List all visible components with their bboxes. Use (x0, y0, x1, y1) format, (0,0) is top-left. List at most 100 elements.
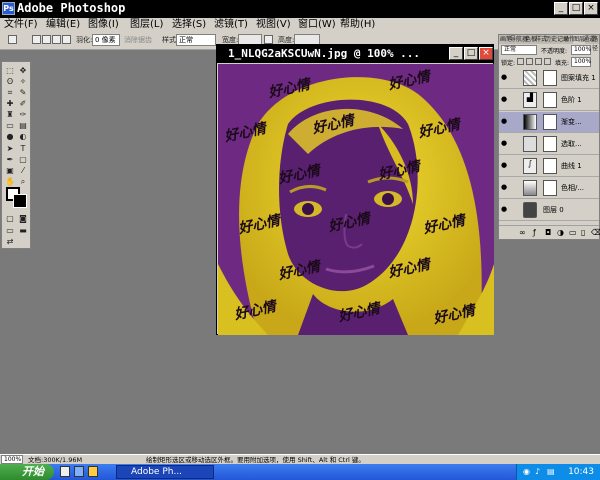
zoom-input[interactable]: 100% (1, 455, 23, 464)
zoom-tool-icon[interactable]: ⌕ (17, 177, 29, 187)
move-tool-icon[interactable]: ✥ (17, 66, 29, 76)
fullscreen-mode-icon[interactable]: ▬ (17, 226, 29, 236)
gradient-map-icon (523, 114, 537, 130)
layer-row[interactable]: ● 图案填充 1 (499, 68, 599, 89)
new-layer-icon[interactable]: ▯ (581, 228, 585, 237)
blur-tool-icon[interactable]: ● (4, 132, 16, 142)
layer-row[interactable]: ● 图层 0 (499, 200, 599, 221)
quicklaunch-icon[interactable] (88, 466, 98, 477)
brush-tool-icon[interactable]: ✐ (17, 99, 29, 109)
background-color-swatch[interactable] (13, 194, 27, 208)
quicklaunch-icon[interactable] (74, 466, 84, 477)
antialias-checkbox[interactable]: 消除锯齿 (124, 33, 152, 47)
marquee-preset-icon[interactable] (8, 35, 17, 44)
eye-icon[interactable]: ● (501, 74, 508, 81)
close-button[interactable]: × (584, 2, 598, 15)
menu-window[interactable]: 窗口(W) (298, 18, 336, 31)
layer-row[interactable]: ● 色相/... (499, 178, 599, 199)
intersect-selection-icon[interactable] (62, 35, 71, 44)
taskbar-photoshop-button[interactable]: Adobe Ph... (116, 465, 214, 479)
layer-row[interactable]: ● 选取... (499, 134, 599, 155)
opacity-input[interactable]: 100% (571, 45, 591, 55)
adjustment-icon[interactable]: ◑ (557, 228, 564, 237)
menu-help[interactable]: 帮助(H) (340, 18, 375, 31)
menu-edit[interactable]: 编辑(E) (46, 18, 80, 31)
eyedropper-icon[interactable]: ⁄ (17, 166, 29, 176)
eye-icon[interactable]: ● (501, 206, 508, 213)
add-selection-icon[interactable] (42, 35, 51, 44)
tray-icon[interactable]: ◉ (523, 467, 530, 476)
style-select[interactable]: 正常 (176, 34, 216, 46)
doc-close-button[interactable]: × (479, 47, 493, 60)
document-title-bar[interactable]: 1_NLQG2aKSCUwN.jpg @ 100% ... _ □ × (217, 45, 493, 63)
link-icon[interactable]: ∞ (519, 228, 526, 237)
layer-row[interactable]: ● 渐变... (499, 112, 599, 133)
fill-input[interactable]: 100% (571, 57, 591, 67)
menu-bar: 文件(F) 编辑(E) 图像(I) 图层(L) 选择(S) 滤镜(T) 视图(V… (0, 18, 600, 31)
menu-select[interactable]: 选择(S) (172, 18, 206, 31)
clock[interactable]: 10:43 (568, 465, 594, 479)
eye-icon[interactable]: ● (501, 118, 508, 125)
standard-mode-icon[interactable]: ▢ (4, 214, 16, 224)
eye-icon[interactable]: ● (501, 162, 508, 169)
menu-file[interactable]: 文件(F) (4, 18, 38, 31)
maximize-button[interactable]: □ (569, 2, 583, 15)
menu-view[interactable]: 视图(V) (256, 18, 291, 31)
dodge-tool-icon[interactable]: ◐ (17, 132, 29, 142)
lock-all-icon[interactable] (544, 58, 551, 65)
feather-input[interactable]: 0 像素 (92, 34, 120, 46)
tab-paths[interactable]: 路径 (592, 35, 599, 52)
toolbox: ⬚ ✥ ʘ ✧ ⌗ ✎ ✚ ✐ ♜ ✑ ▭ ▤ ● ◐ ➤ T ✒ ▢ ▣ ⁄ … (1, 61, 31, 249)
feather-label: 羽化: (76, 36, 93, 44)
mask-icon[interactable]: ◘ (545, 228, 551, 237)
type-tool-icon[interactable]: T (17, 144, 29, 154)
screen-mode-icon[interactable]: ▭ (4, 226, 16, 236)
gradient-tool-icon[interactable]: ▤ (17, 121, 29, 131)
swap-dimensions-icon[interactable] (264, 35, 273, 44)
menu-layer[interactable]: 图层(L) (130, 18, 163, 31)
shape-tool-icon[interactable]: ▢ (17, 155, 29, 165)
hand-tool-icon[interactable]: ✋ (4, 177, 16, 187)
subtract-selection-icon[interactable] (52, 35, 61, 44)
lock-position-icon[interactable] (535, 58, 542, 65)
layer-row[interactable]: ● ∫ 曲线 1 (499, 156, 599, 177)
start-button[interactable]: 开始 (0, 464, 54, 480)
doc-minimize-button[interactable]: _ (449, 47, 463, 60)
lock-transparency-icon[interactable] (517, 58, 524, 65)
layer-name: 色阶 1 (561, 96, 582, 104)
clone-stamp-icon[interactable]: ♜ (4, 110, 16, 120)
healing-brush-icon[interactable]: ✚ (4, 99, 16, 109)
new-selection-icon[interactable] (32, 35, 41, 44)
quickmask-mode-icon[interactable]: ◙ (17, 214, 29, 224)
notes-tool-icon[interactable]: ▣ (4, 166, 16, 176)
layer-actions-bar: ∞ ƒ ◘ ◑ ▭ ▯ ⌫ (499, 225, 600, 239)
path-select-icon[interactable]: ➤ (4, 144, 16, 154)
minimize-button[interactable]: _ (554, 2, 568, 15)
crop-tool-icon[interactable]: ⌗ (4, 88, 16, 98)
marquee-tool-icon[interactable]: ⬚ (4, 66, 16, 76)
lock-pixels-icon[interactable] (526, 58, 533, 65)
imageready-jump-icon[interactable]: ⇄ (4, 237, 16, 247)
tray-icon[interactable]: ▤ (547, 467, 555, 476)
pen-tool-icon[interactable]: ✒ (4, 155, 16, 165)
eye-icon[interactable]: ● (501, 184, 508, 191)
slice-tool-icon[interactable]: ✎ (17, 88, 29, 98)
layer-row[interactable]: ● ▟ 色阶 1 (499, 90, 599, 111)
doc-maximize-button[interactable]: □ (464, 47, 478, 60)
magic-wand-icon[interactable]: ✧ (17, 77, 29, 87)
lasso-tool-icon[interactable]: ʘ (4, 77, 16, 87)
eye-icon[interactable]: ● (501, 96, 508, 103)
photoshop-app-icon[interactable]: Ps (2, 2, 15, 15)
image-canvas[interactable]: 好心情 好心情 好心情 好心情 好心情 好心情 好心情 好心情 好心情 好心情 … (218, 64, 494, 335)
eye-icon[interactable]: ● (501, 140, 508, 147)
eraser-tool-icon[interactable]: ▭ (4, 121, 16, 131)
blend-mode-select[interactable]: 正常 (501, 45, 537, 55)
fx-icon[interactable]: ƒ (533, 228, 536, 237)
folder-icon[interactable]: ▭ (569, 228, 577, 237)
trash-icon[interactable]: ⌫ (591, 228, 600, 237)
quicklaunch-icon[interactable] (60, 466, 70, 477)
menu-filter[interactable]: 滤镜(T) (214, 18, 248, 31)
tray-icon[interactable]: ♪ (535, 467, 540, 476)
menu-image[interactable]: 图像(I) (88, 18, 119, 31)
history-brush-icon[interactable]: ✑ (17, 110, 29, 120)
